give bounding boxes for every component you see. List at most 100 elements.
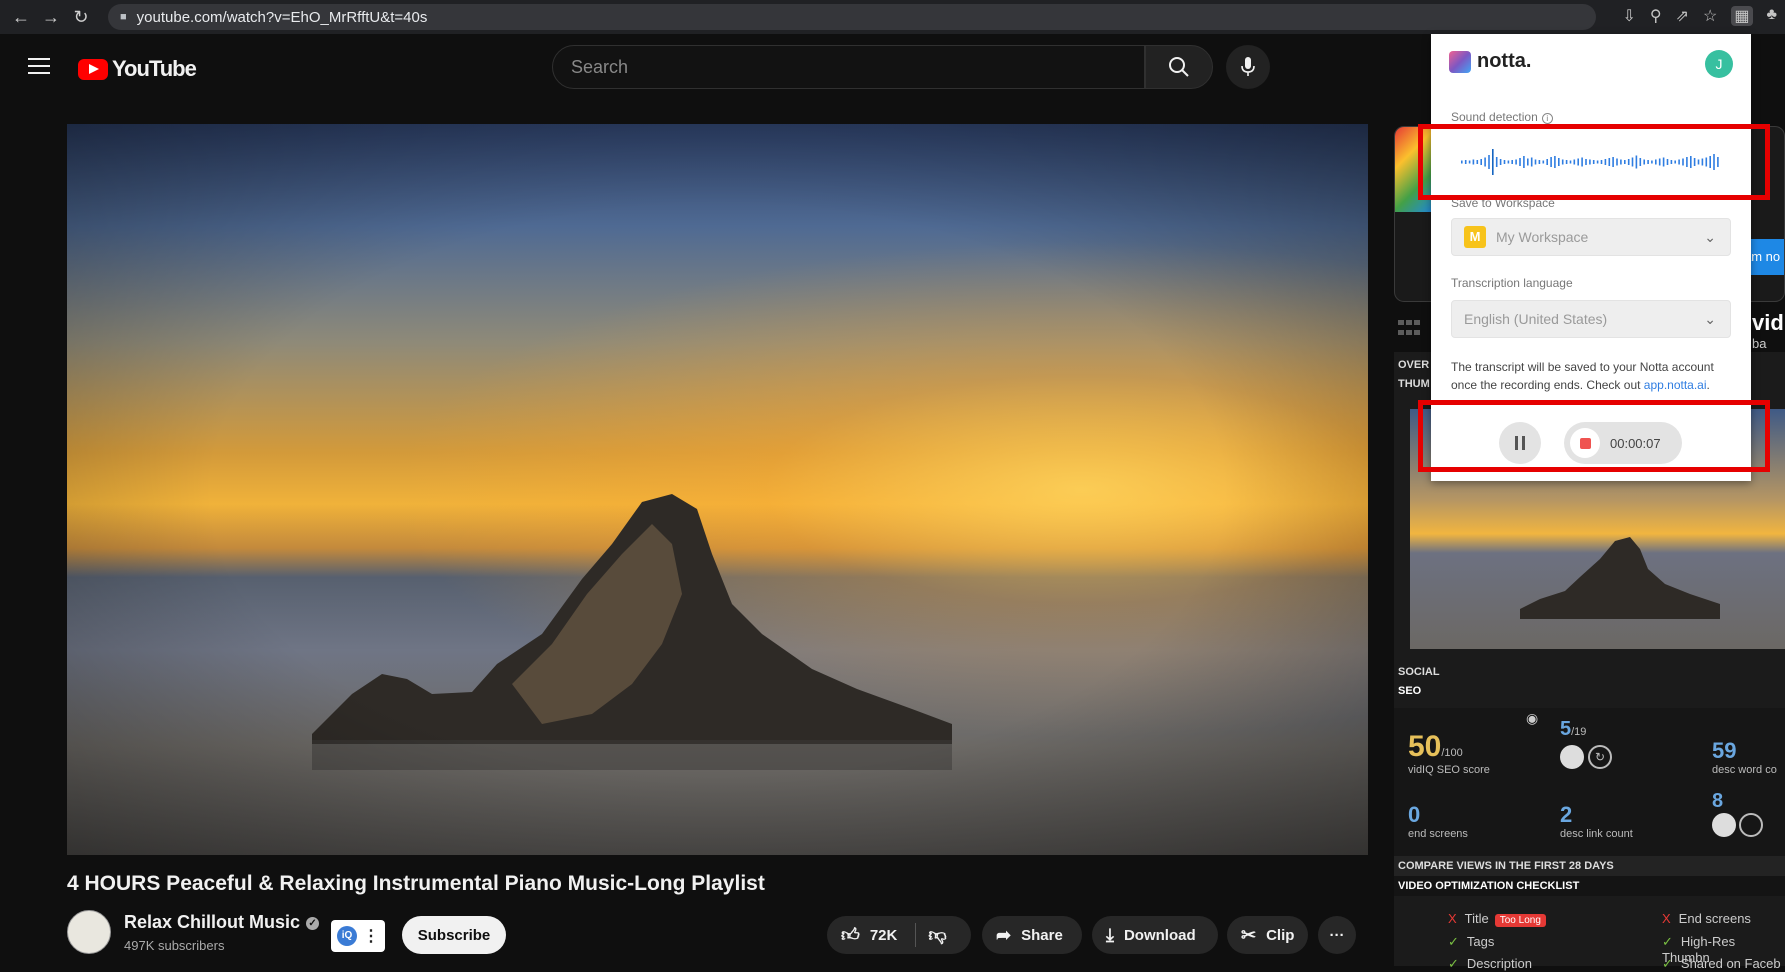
share-arrow-icon: ➦ bbox=[996, 924, 1012, 945]
seo-score-max: /100 bbox=[1441, 747, 1463, 759]
video-player[interactable] bbox=[67, 124, 1368, 855]
notta-extension-icon[interactable]: ▦ bbox=[1731, 6, 1753, 26]
channel-name[interactable]: Relax Chillout Music ✓ bbox=[124, 912, 320, 933]
channel-name-text[interactable]: Relax Chillout Music bbox=[124, 912, 300, 932]
language-select[interactable]: English (United States) ⌄ bbox=[1451, 300, 1731, 338]
thumbs-up-icon[interactable]: 👍︎ bbox=[841, 924, 860, 946]
reload-icon[interactable]: ↻ bbox=[66, 7, 96, 28]
tab-thumbnail[interactable]: THUM bbox=[1398, 375, 1430, 394]
download-label: Download bbox=[1123, 926, 1196, 944]
desc-word-count: 59 bbox=[1712, 738, 1737, 763]
youtube-logo[interactable]: YouTube bbox=[78, 56, 197, 82]
more-actions-button[interactable]: ··· bbox=[1318, 916, 1356, 954]
like-dislike-group: 👍︎ 72K 👎︎ bbox=[827, 916, 971, 954]
notta-logo-icon bbox=[1449, 50, 1471, 73]
seo-score-label: vidIQ SEO score bbox=[1408, 764, 1490, 776]
like-count[interactable]: 72K bbox=[870, 927, 898, 944]
language-value: English (United States) bbox=[1464, 311, 1608, 327]
profile-thumb-icon bbox=[1560, 745, 1584, 769]
sound-detection-label: Sound detection i bbox=[1451, 110, 1553, 124]
notta-brand: notta. bbox=[1477, 50, 1532, 72]
clip-button[interactable]: ✂ Clip bbox=[1227, 916, 1308, 954]
install-icon[interactable]: ⇩ bbox=[1623, 6, 1636, 26]
forward-arrow-icon[interactable]: → bbox=[36, 7, 66, 28]
check-tags-label: Tags bbox=[1466, 934, 1495, 949]
address-bar[interactable]: ■ youtube.com/watch?v=EhO_MrRfftU&t=40s bbox=[108, 4, 1596, 30]
refresh-icon[interactable]: ↻ bbox=[1588, 745, 1612, 769]
vidiq-tabs: OVER THUM bbox=[1398, 356, 1430, 394]
vidiq-logo-icon: iQ bbox=[337, 926, 357, 946]
download-button[interactable]: ⤓ Download bbox=[1092, 916, 1218, 954]
thumbnail-island-image bbox=[1520, 537, 1720, 619]
end-screens-count: 0 bbox=[1408, 802, 1421, 827]
chevron-down-icon-2: ⌄ bbox=[1704, 311, 1716, 327]
pass-check-icon-2: ✓ bbox=[1448, 956, 1459, 971]
search-button[interactable] bbox=[1145, 45, 1213, 89]
pass-check-icon-4: ✓ bbox=[1662, 956, 1673, 971]
check-end-screens-label: End screens bbox=[1678, 911, 1751, 926]
notta-app-link[interactable]: app.notta.ai bbox=[1644, 378, 1707, 392]
check-title-label: Title bbox=[1464, 911, 1489, 926]
kebab-menu-icon[interactable]: ⋮ bbox=[363, 926, 379, 946]
zoom-icon[interactable]: ⚲ bbox=[1650, 6, 1662, 26]
check-description: ✓ Description bbox=[1448, 956, 1532, 972]
vidiq-brand-fragment: vid bbox=[1752, 310, 1784, 335]
checklist-heading[interactable]: VIDEO OPTIMIZATION CHECKLIST bbox=[1394, 876, 1785, 896]
voice-search-button[interactable] bbox=[1226, 45, 1270, 89]
highlight-box-controls bbox=[1418, 400, 1770, 472]
fail-x-icon: X bbox=[1448, 911, 1457, 926]
subscribe-button[interactable]: Subscribe bbox=[402, 916, 506, 954]
workspace-select[interactable]: M My Workspace ⌄ bbox=[1451, 218, 1731, 256]
fail-x-icon-2: X bbox=[1662, 911, 1671, 926]
vidiq-channel-widget[interactable]: iQ ⋮ bbox=[331, 920, 385, 952]
channel-avatar[interactable] bbox=[67, 910, 111, 954]
browser-toolbar: ← → ↻ ■ youtube.com/watch?v=EhO_MrRfftU&… bbox=[0, 0, 1785, 34]
profile-thumb-icon-2 bbox=[1712, 813, 1736, 837]
back-arrow-icon[interactable]: ← bbox=[6, 7, 36, 28]
download-icon: ⤓ bbox=[1106, 924, 1114, 945]
vidiq-brand-sub: ba bbox=[1752, 336, 1767, 351]
chevron-down-icon: ⌄ bbox=[1704, 229, 1716, 245]
share-page-icon[interactable]: ⇗ bbox=[1676, 6, 1689, 26]
extensions-puzzle-icon[interactable]: ♣ bbox=[1767, 6, 1778, 26]
microphone-icon bbox=[1241, 57, 1255, 76]
highlight-box-waveform bbox=[1418, 124, 1770, 200]
end-screens-block: 0 end screens bbox=[1408, 802, 1468, 840]
compare-views-label[interactable]: COMPARE VIEWS IN THE FIRST 28 DAYS bbox=[1394, 856, 1785, 876]
seo-section-label[interactable]: SEO bbox=[1398, 685, 1421, 697]
grid-icon[interactable] bbox=[1398, 320, 1420, 338]
clip-label: Clip bbox=[1266, 926, 1295, 944]
subscriber-count: 497K subscribers bbox=[124, 938, 225, 953]
user-avatar[interactable]: J bbox=[1705, 50, 1733, 78]
workspace-badge: M bbox=[1464, 226, 1486, 248]
notta-logo: notta. bbox=[1449, 50, 1531, 73]
cards-count: 8 bbox=[1712, 790, 1724, 812]
verified-check-icon: ✓ bbox=[306, 916, 320, 930]
info-icon[interactable]: i bbox=[1541, 113, 1553, 124]
vidiq-brand-text: vid ba bbox=[1752, 310, 1784, 351]
bookmark-star-icon[interactable]: ☆ bbox=[1703, 6, 1717, 26]
user-card-icon[interactable] bbox=[1739, 813, 1763, 837]
too-long-badge: Too Long bbox=[1494, 914, 1546, 927]
desc-word-label: desc word co bbox=[1712, 764, 1777, 776]
check-title: X Title Too Long bbox=[1448, 911, 1546, 927]
desc-link-label: desc link count bbox=[1560, 828, 1633, 840]
lock-icon: ■ bbox=[120, 11, 127, 23]
channel-row: Relax Chillout Music ✓ 497K subscribers i… bbox=[67, 908, 1368, 958]
check-shared-label: Shared on Faceb bbox=[1680, 956, 1781, 971]
thumbs-down-icon[interactable]: 👎︎ bbox=[928, 924, 946, 946]
desc-links-block: 2 desc link count bbox=[1560, 802, 1633, 840]
share-button[interactable]: ➦ Share bbox=[982, 916, 1082, 954]
desc-link-count: 2 bbox=[1560, 802, 1573, 827]
tab-overview[interactable]: OVER bbox=[1398, 356, 1430, 375]
pass-check-icon: ✓ bbox=[1448, 934, 1459, 949]
eye-icon[interactable]: ◉ bbox=[1526, 710, 1538, 727]
seo-stats: ◉ 50/100 vidIQ SEO score 5/19 ↻ 59 desc … bbox=[1394, 708, 1785, 858]
search-input[interactable]: Search bbox=[552, 45, 1145, 89]
social-section-label[interactable]: SOCIAL bbox=[1398, 666, 1440, 678]
end-screens-label: end screens bbox=[1408, 828, 1468, 840]
sound-detection-text: Sound detection bbox=[1451, 110, 1538, 124]
menu-icon[interactable] bbox=[28, 58, 50, 79]
language-label: Transcription language bbox=[1451, 276, 1573, 290]
pass-check-icon-3: ✓ bbox=[1662, 934, 1673, 949]
